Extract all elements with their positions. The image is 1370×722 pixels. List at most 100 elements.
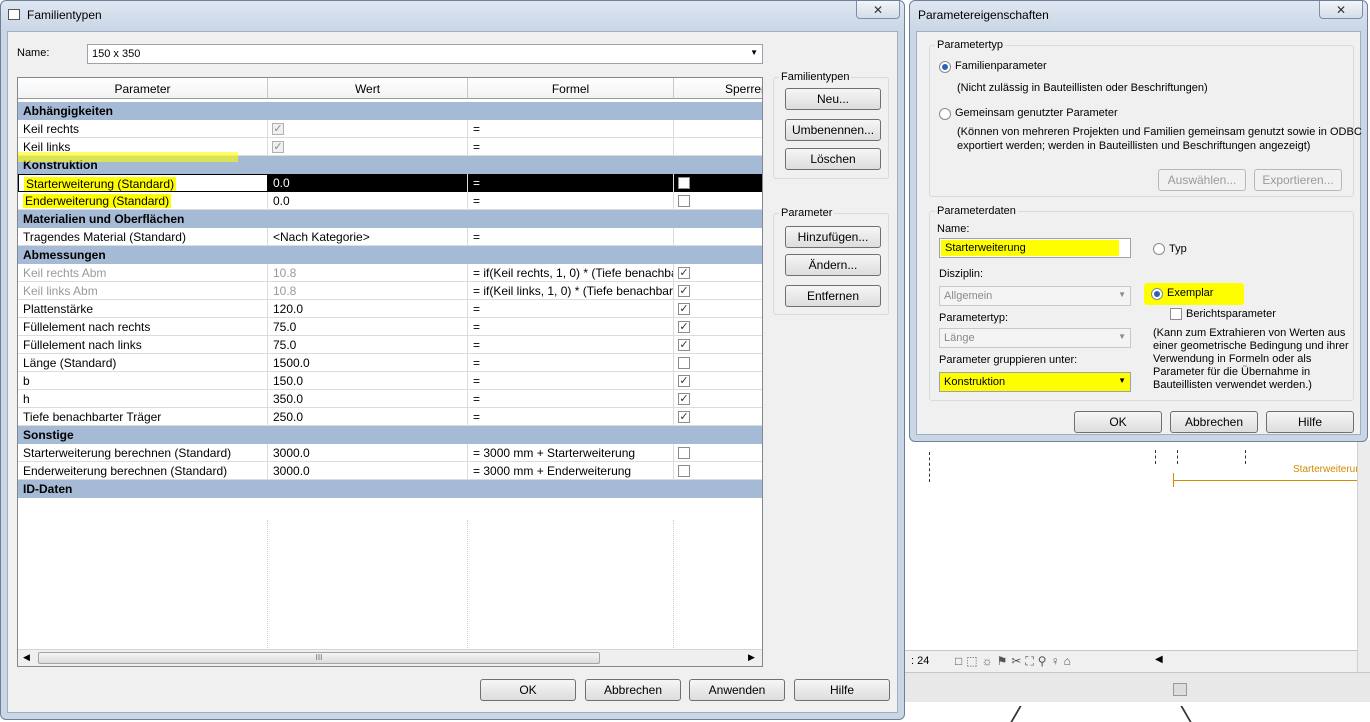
lock-cell[interactable]: ✓ (674, 318, 762, 336)
name-input[interactable]: Starterweiterung (939, 238, 1131, 258)
titlebar[interactable]: Familientypen ✕ (1, 1, 904, 31)
exemplar-label[interactable]: Exemplar (1167, 287, 1213, 299)
lock-cell[interactable]: ✓ (674, 300, 762, 318)
parameter-cell[interactable]: Tragendes Material (Standard) (18, 228, 268, 246)
lock-checkbox[interactable] (678, 447, 690, 459)
lock-cell[interactable]: ✓ (674, 408, 762, 426)
column-header-parameter[interactable]: Parameter (18, 78, 268, 99)
lock-cell[interactable] (674, 174, 762, 192)
table-row[interactable]: Tragendes Material (Standard) <Nach Kateg… (18, 228, 762, 246)
table-row[interactable]: Tiefe benachbarter Träger 250.0 = ✓ (18, 408, 762, 426)
formula-cell[interactable]: = (468, 300, 674, 318)
typ-radio[interactable] (1153, 243, 1165, 255)
ok-button[interactable]: OK (1074, 411, 1162, 433)
value-cell[interactable]: 0.0 (268, 174, 468, 192)
gemeinsam-label[interactable]: Gemeinsam genutzter Parameter (955, 107, 1118, 119)
value-cell[interactable]: 75.0 (268, 318, 468, 336)
scroll-left-icon[interactable]: ◀ (23, 652, 30, 663)
value-cell[interactable]: <Nach Kategorie> (268, 228, 468, 246)
help-button[interactable]: Hilfe (1266, 411, 1354, 433)
formula-cell[interactable]: = 3000 mm + Enderweiterung (468, 462, 674, 480)
scroll-thumb[interactable] (1173, 683, 1187, 696)
value-cell[interactable]: 3000.0 (268, 462, 468, 480)
value-cell[interactable]: 75.0 (268, 336, 468, 354)
column-header-sperren[interactable]: Sperren (674, 78, 762, 99)
lock-checkbox[interactable] (678, 195, 690, 207)
scroll-thumb[interactable]: III (38, 652, 600, 664)
help-button[interactable]: Hilfe (794, 679, 890, 701)
column-header-wert[interactable]: Wert (268, 78, 468, 99)
formula-cell[interactable]: = if(Keil links, 1, 0) * (Tiefe benachba… (468, 282, 674, 300)
formula-cell[interactable]: = if(Keil rechts, 1, 0) * (Tiefe benachb… (468, 264, 674, 282)
berichtsparameter-checkbox[interactable] (1170, 308, 1182, 320)
parameter-cell[interactable]: Keil rechts Abm (18, 264, 268, 282)
ok-button[interactable]: OK (480, 679, 576, 701)
formula-cell[interactable]: = (468, 120, 674, 138)
lock-cell[interactable] (674, 354, 762, 372)
delete-type-button[interactable]: Löschen (785, 148, 881, 170)
formula-cell[interactable]: = (468, 390, 674, 408)
value-cell[interactable]: 10.8 (268, 264, 468, 282)
close-button[interactable]: ✕ (856, 1, 900, 19)
rename-type-button[interactable]: Umbenennen... (785, 119, 881, 141)
formula-cell[interactable]: = 3000 mm + Starterweiterung (468, 444, 674, 462)
disziplin-select[interactable]: Allgemein ▼ (939, 286, 1131, 306)
exemplar-radio[interactable] (1151, 288, 1163, 300)
value-cell[interactable]: 1500.0 (268, 354, 468, 372)
value-cell[interactable]: 250.0 (268, 408, 468, 426)
table-row[interactable]: Starterweiterung berechnen (Standard) 300… (18, 444, 762, 462)
value-checkbox[interactable]: ✓ (272, 141, 284, 153)
lock-cell[interactable] (674, 444, 762, 462)
parameter-cell[interactable]: h (18, 390, 268, 408)
lock-cell[interactable] (674, 120, 762, 138)
value-cell[interactable]: ✓ (268, 138, 468, 156)
type-name-select[interactable]: 150 x 350 ▼ (87, 44, 763, 64)
table-row[interactable]: Plattenstärke 120.0 = ✓ (18, 300, 762, 318)
lock-cell[interactable] (674, 138, 762, 156)
parameter-cell[interactable]: Füllelement nach links (18, 336, 268, 354)
parameter-cell[interactable]: Enderweiterung (Standard) (18, 192, 268, 210)
table-row[interactable]: Keil rechts Abm 10.8 = if(Keil rechts, 1, … (18, 264, 762, 282)
table-row[interactable]: Enderweiterung (Standard) 0.0 = (18, 192, 762, 210)
table-row[interactable]: h 350.0 = ✓ (18, 390, 762, 408)
new-type-button[interactable]: Neu... (785, 88, 881, 110)
parameter-cell[interactable]: Tiefe benachbarter Träger (18, 408, 268, 426)
value-cell[interactable]: ✓ (268, 120, 468, 138)
formula-cell[interactable]: = (468, 318, 674, 336)
value-cell[interactable]: 10.8 (268, 282, 468, 300)
lock-cell[interactable]: ✓ (674, 336, 762, 354)
drawing-canvas[interactable]: Starterweiterun (905, 440, 1370, 650)
value-cell[interactable]: 120.0 (268, 300, 468, 318)
scroll-left-icon[interactable]: ◀ (1155, 654, 1163, 665)
value-cell[interactable]: 0.0 (268, 192, 468, 210)
value-checkbox[interactable]: ✓ (272, 123, 284, 135)
parameter-cell[interactable]: Starterweiterung (Standard) (18, 174, 268, 192)
lock-cell[interactable]: ✓ (674, 282, 762, 300)
close-button[interactable]: ✕ (1319, 1, 1363, 19)
lock-cell[interactable]: ✓ (674, 390, 762, 408)
table-row[interactable]: Starterweiterung (Standard) 0.0 = (18, 174, 762, 192)
lock-checkbox[interactable]: ✓ (678, 303, 690, 315)
value-cell[interactable]: 350.0 (268, 390, 468, 408)
typ-label[interactable]: Typ (1169, 243, 1187, 255)
familienparameter-radio[interactable] (939, 61, 951, 73)
table-row[interactable]: Keil rechts ✓ = (18, 120, 762, 138)
lock-checkbox[interactable]: ✓ (678, 321, 690, 333)
right-scrollbar[interactable] (1357, 440, 1370, 672)
gruppieren-select[interactable]: Konstruktion ▼ (939, 372, 1131, 392)
parameter-cell[interactable]: Länge (Standard) (18, 354, 268, 372)
table-row[interactable]: Keil links Abm 10.8 = if(Keil links, 1, 0)… (18, 282, 762, 300)
parameter-cell[interactable]: Starterweiterung berechnen (Standard) (18, 444, 268, 462)
value-cell[interactable]: 150.0 (268, 372, 468, 390)
remove-parameter-button[interactable]: Entfernen (785, 285, 881, 307)
parametertyp-select[interactable]: Länge ▼ (939, 328, 1131, 348)
cancel-button[interactable]: Abbrechen (585, 679, 681, 701)
familienparameter-label[interactable]: Familienparameter (955, 60, 1047, 72)
titlebar[interactable]: Parametereigenschaften ✕ (910, 1, 1367, 31)
parameter-cell[interactable]: Enderweiterung berechnen (Standard) (18, 462, 268, 480)
lock-checkbox[interactable]: ✓ (678, 375, 690, 387)
parameter-grid[interactable]: Parameter Wert Formel Sperren Abhängigke… (17, 77, 763, 667)
formula-cell[interactable]: = (468, 354, 674, 372)
value-cell[interactable]: 3000.0 (268, 444, 468, 462)
lock-checkbox[interactable] (678, 357, 690, 369)
